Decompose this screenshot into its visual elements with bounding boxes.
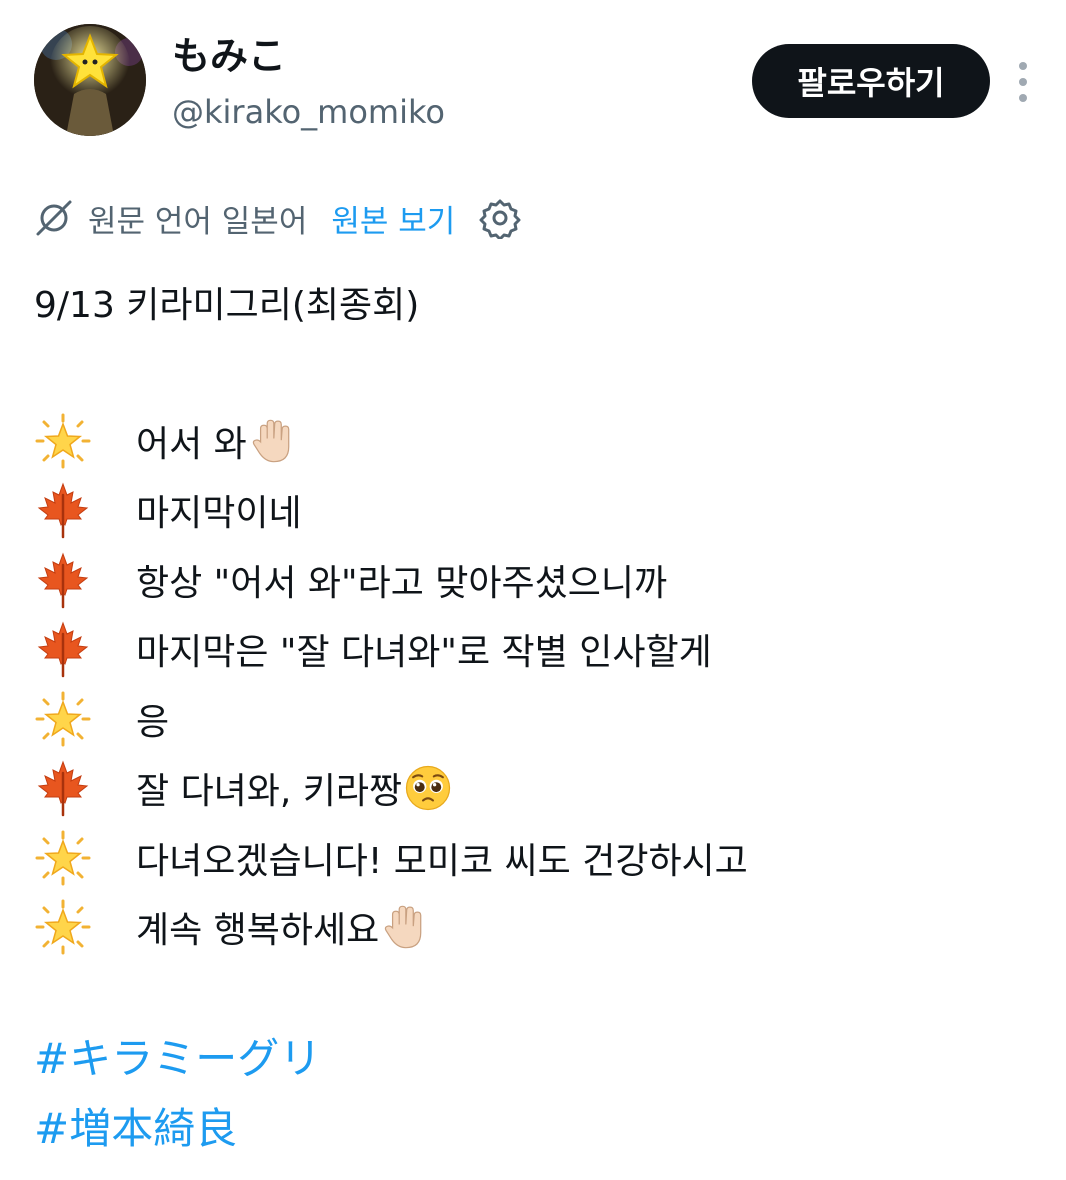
tweet-title: 9/13 키라미그리(최종회): [34, 285, 420, 326]
maple-leaf-icon: [37, 760, 89, 817]
tweet-line-text: 어서 와: [136, 423, 247, 465]
tweet-header: もみこ @kirako_momiko 팔로우하기: [34, 24, 1044, 136]
maple-leaf-icon: [37, 482, 89, 539]
tweet-line-text: 마지막은 "잘 다녀와"로 작별 인사할게: [136, 632, 712, 674]
pleading-face-icon: [406, 766, 451, 811]
tweet-line: 항상 "어서 와"라고 맞아주셨으니까: [34, 545, 1034, 615]
display-name[interactable]: もみこ: [172, 32, 445, 80]
tweet-line: 응: [34, 684, 1034, 754]
more-options-icon[interactable]: [1008, 62, 1038, 102]
original-language-label: 원문 언어 일본어: [88, 203, 308, 240]
dot: [1019, 94, 1027, 102]
tweet-line-text: 응: [136, 701, 170, 743]
avatar-image: [34, 24, 146, 136]
tweet-line: 계속 행복하세요: [34, 893, 1034, 963]
dot: [1019, 62, 1027, 70]
author-names: もみこ @kirako_momiko: [172, 32, 445, 132]
tweet-line: 잘 다녀와, 키라짱: [34, 754, 1034, 824]
follow-button[interactable]: 팔로우하기: [752, 44, 990, 118]
hashtags: #キラミーグリ #増本綺良: [34, 1024, 321, 1164]
dot: [1019, 78, 1027, 86]
tweet-line-text: 계속 행복하세요: [136, 910, 380, 952]
user-handle[interactable]: @kirako_momiko: [172, 92, 445, 132]
maple-leaf-icon: [37, 621, 89, 678]
tweet-line: 어서 와: [34, 406, 1034, 476]
glowing-star-icon: [35, 691, 91, 747]
tweet-line: 마지막은 "잘 다녀와"로 작별 인사할게: [34, 615, 1034, 685]
glowing-star-icon: [35, 899, 91, 955]
glowing-star-icon: [35, 413, 91, 469]
tweet-line: 마지막이네: [34, 476, 1034, 546]
hashtag-link[interactable]: #キラミーグリ: [34, 1024, 321, 1094]
tweet-line-text: 잘 다녀와, 키라짱: [136, 771, 403, 813]
maple-leaf-icon: [37, 552, 89, 608]
gear-icon[interactable]: [479, 197, 521, 239]
avatar[interactable]: [34, 24, 146, 136]
translation-bar: 원문 언어 일본어 원본 보기: [34, 196, 521, 240]
tweet-line: 다녀오겠습니다! 모미코 씨도 건강하시고: [34, 823, 1034, 893]
tweet-lines: 어서 와마지막이네항상 "어서 와"라고 맞아주셨으니까마지막은 "잘 다녀와"…: [34, 406, 1034, 962]
raised-hand-icon: [385, 905, 422, 949]
tweet-line-text: 마지막이네: [136, 493, 302, 535]
raised-hand-icon: [252, 419, 290, 463]
tweet-line-text: 항상 "어서 와"라고 맞아주셨으니까: [136, 562, 668, 604]
show-original-link[interactable]: 원본 보기: [331, 196, 455, 241]
hashtag-link[interactable]: #増本綺良: [34, 1094, 321, 1164]
glowing-star-icon: [35, 830, 91, 886]
tweet-line-text: 다녀오겠습니다! 모미코 씨도 건강하시고: [136, 840, 748, 882]
translate-icon: [36, 200, 72, 236]
